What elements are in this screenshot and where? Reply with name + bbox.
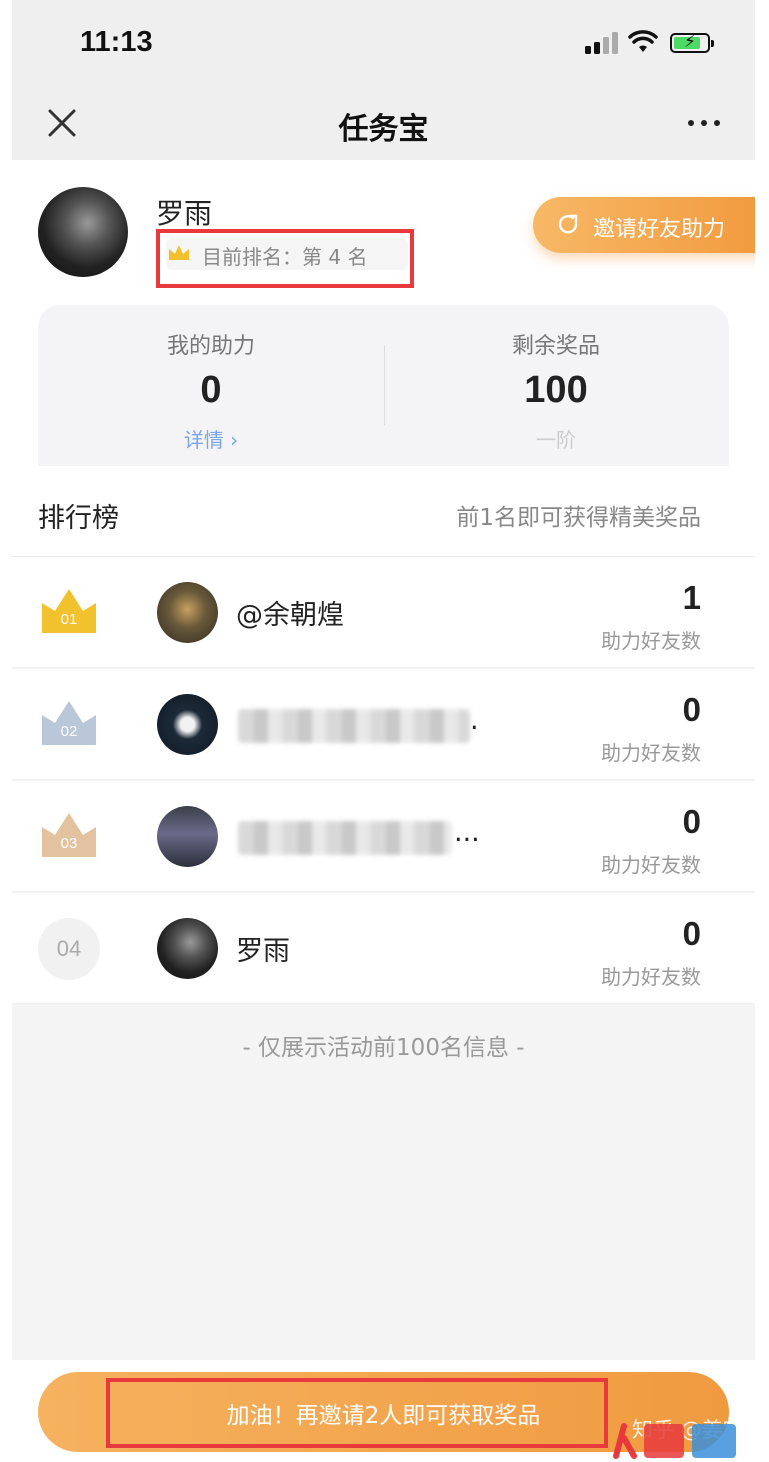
leaderboard-row[interactable]: 03 ... 0 助力好友数	[12, 781, 755, 892]
share-icon	[558, 214, 578, 234]
leaderboard-header: 排行榜 前1名即可获得精美奖品	[12, 466, 755, 557]
highlight-box	[156, 229, 414, 288]
status-bar: 11:13 ⚡	[12, 0, 755, 90]
more-icon[interactable]	[684, 108, 724, 138]
detail-link-label: 详情	[183, 428, 224, 452]
avatar	[38, 187, 128, 277]
leaderboard-row[interactable]: 02 . 0 助力好友数	[12, 669, 755, 780]
page-title: 任务宝	[338, 112, 429, 147]
participant-name: 罗雨	[236, 936, 290, 967]
detail-link[interactable]: 详情 ›	[38, 424, 384, 453]
leaderboard-row[interactable]: 04 罗雨 0 助力好友数	[12, 893, 755, 1004]
invite-button-label: 邀请好友助力	[593, 217, 726, 242]
leaderboard-hint: 前1名即可获得精美奖品	[456, 505, 701, 531]
participant-name: .	[470, 705, 479, 736]
leaderboard-row[interactable]: 01 @余朝煌 1 助力好友数	[12, 557, 755, 668]
rank-number: 02	[60, 723, 78, 740]
remaining-prize-label: 剩余奖品	[511, 334, 600, 359]
rank-number: 01	[60, 611, 78, 628]
participant-name: @余朝煌	[236, 600, 344, 631]
nav-bar: 任务宝	[12, 90, 755, 160]
gold-crown-icon: 01	[40, 587, 98, 635]
phone-screen: 11:13 ⚡ 任务宝 罗雨 目前排名：第 4 名 邀请好友助力 我的助力 0 …	[12, 0, 755, 1462]
help-count: 0	[682, 915, 701, 952]
signal-icon	[585, 32, 623, 54]
silver-crown-icon: 02	[40, 699, 98, 747]
chevron-right-icon: ›	[223, 428, 239, 452]
highlight-box	[106, 1378, 608, 1448]
stats-panel: 我的助力 0 详情 › 剩余奖品 100 一阶	[38, 305, 729, 466]
avatar	[157, 582, 218, 643]
blurred-name	[238, 821, 452, 855]
help-count: 0	[682, 803, 701, 840]
help-count-label: 助力好友数	[601, 629, 701, 653]
status-time: 11:13	[80, 26, 153, 58]
help-count-label: 助力好友数	[601, 965, 701, 989]
user-name: 罗雨	[156, 197, 213, 230]
rank-number: 04	[38, 918, 100, 980]
bronze-crown-icon: 03	[40, 811, 98, 859]
battery-icon: ⚡	[670, 32, 714, 53]
wifi-icon	[628, 30, 658, 52]
help-count-label: 助力好友数	[601, 741, 701, 765]
remaining-prize-value: 100	[524, 369, 588, 411]
prize-tier: 一阶	[536, 428, 576, 452]
leaderboard-footer-note: - 仅展示活动前100名信息 -	[242, 1035, 525, 1061]
site-logo-icon	[613, 1423, 736, 1459]
invite-friends-button[interactable]: 邀请好友助力	[533, 197, 755, 253]
profile-card: 罗雨 目前排名：第 4 名 邀请好友助力 我的助力 0 详情 › 剩余奖品 10…	[12, 160, 755, 466]
my-help-value: 0	[200, 369, 222, 411]
avatar	[157, 806, 218, 867]
help-count: 0	[682, 691, 701, 728]
leaderboard-title: 排行榜	[38, 503, 119, 534]
my-help-label: 我的助力	[166, 334, 255, 359]
help-count-label: 助力好友数	[601, 853, 701, 877]
participant-name: ...	[454, 817, 480, 848]
rank-number: 03	[60, 835, 78, 852]
help-count: 1	[682, 579, 701, 616]
avatar	[157, 694, 218, 755]
avatar	[157, 918, 218, 979]
blurred-name	[238, 709, 470, 743]
